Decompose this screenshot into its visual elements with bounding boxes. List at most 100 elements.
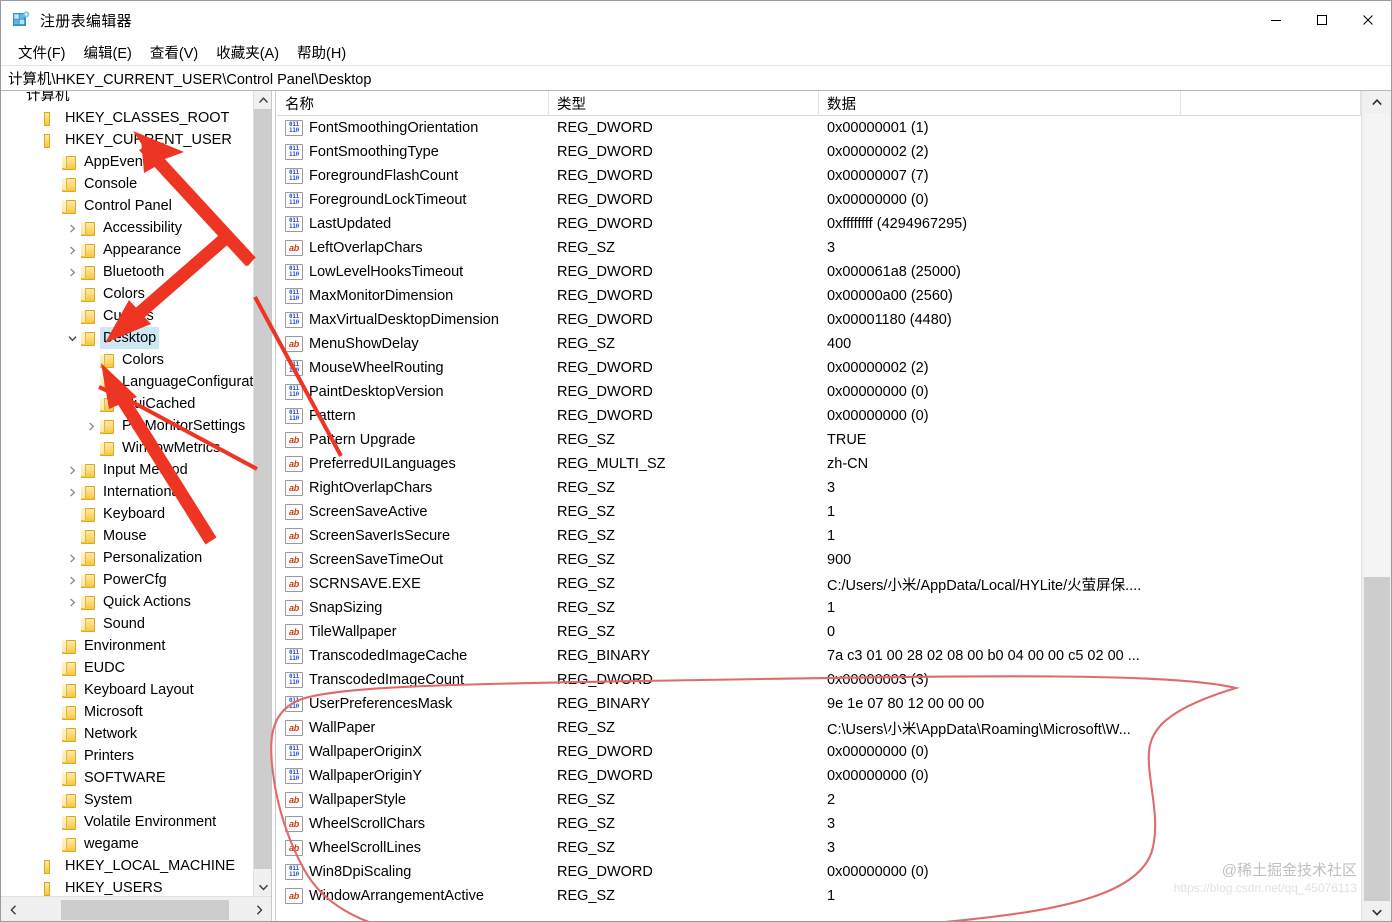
registry-value-row[interactable]: ab ScreenSaverIsSecure REG_SZ 1 [277, 524, 1361, 548]
registry-tree[interactable]: 计算机 HKEY_CLASSES_ROOT HKEY_CURRENT_USER App… [1, 91, 253, 896]
menu-item-2[interactable]: 查看(V) [141, 40, 207, 65]
tree-horizontal-scrollbar[interactable] [1, 896, 271, 922]
registry-value-row[interactable]: 011 110 WallpaperOriginY REG_DWORD 0x0000000… [277, 764, 1361, 788]
chevron-right-icon[interactable] [64, 459, 80, 481]
tree-item-sound[interactable]: Sound [1, 613, 148, 635]
tree-item-colors[interactable]: Colors [1, 283, 148, 305]
tree-item-personalization[interactable]: Personalization [1, 547, 205, 569]
list-scrollbar-track-upper[interactable] [1364, 113, 1390, 577]
tree-item-windowmetrics[interactable]: WindowMetrics [1, 437, 223, 459]
menu-item-0[interactable]: 文件(F) [9, 40, 75, 65]
tree-item-appearance[interactable]: Appearance [1, 239, 184, 261]
registry-value-row[interactable]: ab WallpaperStyle REG_SZ 2 [277, 788, 1361, 812]
registry-value-row[interactable]: ab WindowArrangementActive REG_SZ 1 [277, 884, 1361, 908]
tree-item-powercfg[interactable]: PowerCfg [1, 569, 170, 591]
registry-value-row[interactable]: 011 110 TranscodedImageCache REG_BINARY 7a c… [277, 644, 1361, 668]
tree-scroll-right-arrow[interactable] [247, 898, 271, 922]
tree-item-volatile-environment[interactable]: Volatile Environment [1, 811, 219, 833]
registry-value-row[interactable]: 011 110 PaintDesktopVersion REG_DWORD 0x0000… [277, 380, 1361, 404]
tree-item-printers[interactable]: Printers [1, 745, 137, 767]
tree-item-muicached[interactable]: MuiCached [1, 393, 198, 415]
tree-item-permonitorsettings[interactable]: PerMonitorSettings [1, 415, 248, 437]
chevron-right-icon[interactable] [64, 239, 80, 261]
chevron-right-icon[interactable] [64, 569, 80, 591]
tree-item-appevents[interactable]: AppEvents [1, 151, 157, 173]
registry-value-row[interactable]: 011 110 LowLevelHooksTimeout REG_DWORD 0x000… [277, 260, 1361, 284]
chevron-right-icon[interactable] [83, 415, 99, 437]
tree-item-control-panel[interactable]: Control Panel [1, 195, 175, 217]
list-scroll-down-arrow[interactable] [1364, 901, 1390, 921]
tree-scrollbar-thumb[interactable] [254, 109, 272, 869]
column-header-data[interactable]: 数据 [819, 91, 1181, 116]
registry-value-row[interactable]: 011 110 MaxMonitorDimension REG_DWORD 0x0000… [277, 284, 1361, 308]
tree-item-hkey-local-machine[interactable]: HKEY_LOCAL_MACHINE [1, 855, 238, 877]
tree-item-cursors[interactable]: Cursors [1, 305, 157, 327]
column-header-name[interactable]: 名称 [277, 91, 549, 116]
registry-value-row[interactable]: 011 110 MouseWheelRouting REG_DWORD 0x000000… [277, 356, 1361, 380]
tree-item-console[interactable]: Console [1, 173, 140, 195]
tree-item-software[interactable]: SOFTWARE [1, 767, 169, 789]
registry-value-row[interactable]: ab PreferredUILanguages REG_MULTI_SZ zh-CN [277, 452, 1361, 476]
registry-value-row[interactable]: ab WallPaper REG_SZ C:\Users\小米\AppData\Roa… [277, 716, 1361, 740]
minimize-button[interactable] [1253, 1, 1299, 39]
menu-item-1[interactable]: 编辑(E) [75, 40, 141, 65]
tree-item-keyboard-layout[interactable]: Keyboard Layout [1, 679, 197, 701]
registry-value-row[interactable]: ab MenuShowDelay REG_SZ 400 [277, 332, 1361, 356]
tree-item-colors[interactable]: Colors [1, 349, 167, 371]
tree-item-languageconfiguration[interactable]: LanguageConfiguration [1, 371, 253, 393]
registry-value-row[interactable]: 011 110 Win8DpiScaling REG_DWORD 0x00000000 … [277, 860, 1361, 884]
list-scroll-up-arrow[interactable] [1364, 91, 1390, 113]
registry-value-row[interactable]: ab RightOverlapChars REG_SZ 3 [277, 476, 1361, 500]
tree-item-microsoft[interactable]: Microsoft [1, 701, 146, 723]
chevron-right-icon[interactable] [64, 591, 80, 613]
tree-item-environment[interactable]: Environment [1, 635, 168, 657]
registry-value-row[interactable]: 011 110 Pattern REG_DWORD 0x00000000 (0) [277, 404, 1361, 428]
tree-item-hkey-users[interactable]: HKEY_USERS [1, 877, 166, 896]
registry-value-row[interactable]: 011 110 ForegroundLockTimeout REG_DWORD 0x00… [277, 188, 1361, 212]
registry-value-row[interactable]: 011 110 LastUpdated REG_DWORD 0xffffffff (42… [277, 212, 1361, 236]
maximize-button[interactable] [1299, 1, 1345, 39]
menu-item-3[interactable]: 收藏夹(A) [207, 40, 288, 65]
registry-value-row[interactable]: ab Pattern Upgrade REG_SZ TRUE [277, 428, 1361, 452]
registry-value-row[interactable]: 011 110 ForegroundFlashCount REG_DWORD 0x000… [277, 164, 1361, 188]
tree-scroll-left-arrow[interactable] [1, 898, 25, 922]
tree-item-mouse[interactable]: Mouse [1, 525, 150, 547]
registry-values-list[interactable]: 名称 类型 数据 011 110 FontSmoothingOrientation REG… [277, 91, 1361, 921]
tree-item--[interactable]: 计算机 [1, 91, 73, 107]
registry-value-row[interactable]: 011 110 UserPreferencesMask REG_BINARY 9e 1e… [277, 692, 1361, 716]
address-bar[interactable]: 计算机\HKEY_CURRENT_USER\Control Panel\Desk… [1, 65, 1391, 91]
tree-scroll-down-arrow[interactable] [254, 878, 272, 896]
tree-item-network[interactable]: Network [1, 723, 140, 745]
registry-value-row[interactable]: ab WheelScrollLines REG_SZ 3 [277, 836, 1361, 860]
registry-value-row[interactable]: 011 110 MaxVirtualDesktopDimension REG_DWOR… [277, 308, 1361, 332]
registry-value-row[interactable]: ab TileWallpaper REG_SZ 0 [277, 620, 1361, 644]
tree-item-keyboard[interactable]: Keyboard [1, 503, 168, 525]
pane-splitter[interactable] [271, 91, 276, 921]
list-scrollbar-thumb[interactable] [1364, 577, 1390, 901]
chevron-right-icon[interactable] [64, 261, 80, 283]
tree-item-input-method[interactable]: Input Method [1, 459, 191, 481]
tree-item-wegame[interactable]: wegame [1, 833, 142, 855]
registry-value-row[interactable]: 011 110 TranscodedImageCount REG_DWORD 0x000… [277, 668, 1361, 692]
close-button[interactable] [1345, 1, 1391, 39]
column-header-type[interactable]: 类型 [549, 91, 819, 116]
registry-value-row[interactable]: ab ScreenSaveActive REG_SZ 1 [277, 500, 1361, 524]
tree-item-bluetooth[interactable]: Bluetooth [1, 261, 167, 283]
tree-item-desktop[interactable]: Desktop [1, 327, 160, 349]
chevron-right-icon[interactable] [64, 547, 80, 569]
registry-value-row[interactable]: 011 110 FontSmoothingOrientation REG_DWORD 0… [277, 116, 1361, 140]
registry-value-row[interactable]: ab ScreenSaveTimeOut REG_SZ 900 [277, 548, 1361, 572]
chevron-right-icon[interactable] [64, 481, 80, 503]
tree-item-hkey-classes-root[interactable]: HKEY_CLASSES_ROOT [1, 107, 232, 129]
tree-item-system[interactable]: System [1, 789, 135, 811]
registry-value-row[interactable]: ab LeftOverlapChars REG_SZ 3 [277, 236, 1361, 260]
menu-item-4[interactable]: 帮助(H) [288, 40, 355, 65]
tree-item-international[interactable]: International [1, 481, 186, 503]
registry-value-row[interactable]: ab SCRNSAVE.EXE REG_SZ C:/Users/小米/AppData/… [277, 572, 1361, 596]
registry-value-row[interactable]: ab SnapSizing REG_SZ 1 [277, 596, 1361, 620]
tree-hscrollbar-thumb[interactable] [61, 899, 229, 920]
registry-value-row[interactable]: ab WheelScrollChars REG_SZ 3 [277, 812, 1361, 836]
tree-item-hkey-current-user[interactable]: HKEY_CURRENT_USER [1, 129, 235, 151]
tree-item-quick-actions[interactable]: Quick Actions [1, 591, 194, 613]
list-vertical-scrollbar[interactable] [1361, 91, 1391, 921]
